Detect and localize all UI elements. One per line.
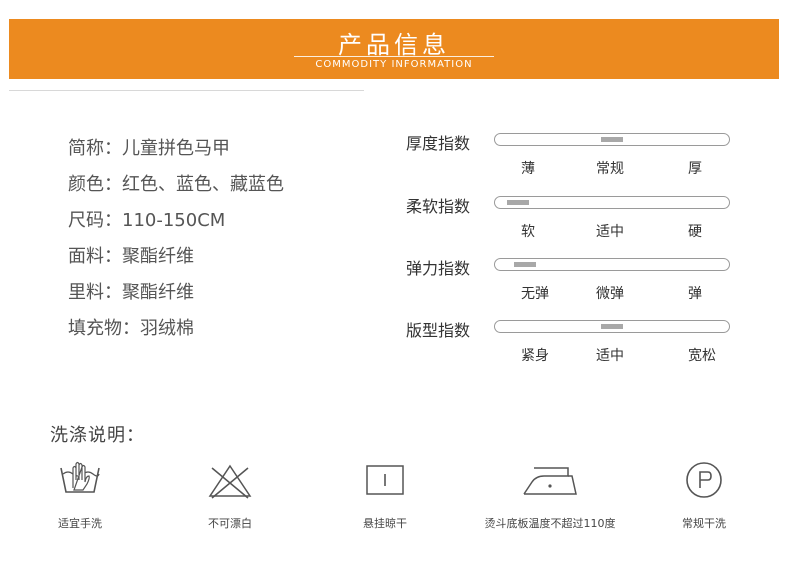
care-item-dry-clean: 常规干洗 — [624, 460, 784, 540]
scale-track — [494, 196, 730, 209]
scale-thickness: 厚度指数 薄 常规 厚 — [406, 128, 736, 190]
scale-track — [494, 258, 730, 271]
attribute-value: 羽绒棉 — [140, 318, 194, 339]
attribute-key: 尺码： — [68, 210, 122, 231]
scale-marker — [507, 200, 530, 205]
scale-label-low: 无弹 — [521, 286, 549, 302]
scale-marker — [514, 262, 537, 267]
attribute-key: 填充物： — [68, 318, 140, 339]
care-item-no-bleach: 不可漂白 — [150, 460, 310, 540]
scale-title: 柔软指数 — [406, 197, 471, 216]
attribute-row-lining: 里料：聚酯纤维 — [68, 278, 194, 304]
scale-title: 版型指数 — [406, 321, 471, 340]
care-label: 适宜手洗 — [58, 517, 102, 530]
scale-label-high: 宽松 — [688, 348, 716, 364]
page-title: 产品信息 — [338, 31, 450, 59]
attribute-row-color: 颜色：红色、蓝色、藏蓝色 — [68, 170, 284, 196]
scale-elasticity: 弹力指数 无弹 微弹 弹 — [406, 253, 736, 315]
scale-marker — [601, 324, 623, 329]
scale-label-mid: 常规 — [596, 161, 624, 177]
dry-clean-icon — [686, 462, 722, 498]
header-banner: 产品信息 COMMODITY INFORMATION — [9, 19, 779, 79]
attribute-value: 110-150CM — [122, 210, 226, 231]
scale-title: 厚度指数 — [406, 134, 471, 153]
care-item-hand-wash: 适宜手洗 — [0, 460, 160, 540]
care-label: 不可漂白 — [208, 517, 252, 530]
scale-label-high: 硬 — [688, 224, 702, 240]
scale-label-high: 厚 — [688, 161, 702, 177]
hang-dry-icon — [366, 465, 404, 495]
scale-labels: 薄 常规 厚 — [494, 158, 730, 178]
scale-softness: 柔软指数 软 适中 硬 — [406, 191, 736, 253]
attribute-value: 聚酯纤维 — [122, 246, 194, 267]
attribute-value: 红色、蓝色、藏蓝色 — [122, 174, 284, 195]
scale-labels: 紧身 适中 宽松 — [494, 345, 730, 365]
care-label: 悬挂晾干 — [363, 517, 407, 530]
no-bleach-icon — [208, 464, 252, 499]
care-item-iron: 烫斗底板温度不超过110度 — [470, 460, 630, 540]
attribute-row-fabric: 面料：聚酯纤维 — [68, 242, 194, 268]
scale-label-high: 弹 — [688, 286, 702, 302]
scale-labels: 无弹 微弹 弹 — [494, 283, 730, 303]
scale-track — [494, 320, 730, 333]
attribute-key: 里料： — [68, 282, 122, 303]
scale-label-mid: 微弹 — [596, 286, 624, 302]
scale-labels: 软 适中 硬 — [494, 221, 730, 241]
scale-fit: 版型指数 紧身 适中 宽松 — [406, 315, 736, 377]
scale-label-low: 薄 — [521, 161, 535, 177]
scale-label-mid: 适中 — [596, 348, 624, 364]
scale-marker — [601, 137, 623, 142]
attribute-row-size: 尺码：110-150CM — [68, 206, 225, 232]
scale-label-low: 软 — [521, 224, 535, 240]
scale-label-low: 紧身 — [521, 348, 549, 364]
scale-track — [494, 133, 730, 146]
attribute-key: 面料： — [68, 246, 122, 267]
hand-wash-icon — [60, 461, 100, 493]
care-label: 常规干洗 — [682, 517, 726, 530]
attribute-key: 颜色： — [68, 174, 122, 195]
section-divider — [9, 90, 364, 91]
attribute-value: 儿童拼色马甲 — [122, 138, 230, 159]
wash-instructions-title: 洗涤说明： — [50, 425, 145, 446]
attribute-row-filling: 填充物：羽绒棉 — [68, 314, 194, 340]
care-item-hang-dry: 悬挂晾干 — [305, 460, 465, 540]
attribute-value: 聚酯纤维 — [122, 282, 194, 303]
page-subtitle: COMMODITY INFORMATION — [315, 59, 473, 70]
care-label: 烫斗底板温度不超过110度 — [484, 517, 616, 530]
attribute-key: 简称： — [68, 138, 122, 159]
scale-title: 弹力指数 — [406, 259, 471, 278]
scale-label-mid: 适中 — [596, 224, 624, 240]
title-divider — [294, 56, 494, 57]
attribute-row-short-name: 简称：儿童拼色马甲 — [68, 134, 230, 160]
iron-low-temp-icon — [523, 467, 577, 495]
